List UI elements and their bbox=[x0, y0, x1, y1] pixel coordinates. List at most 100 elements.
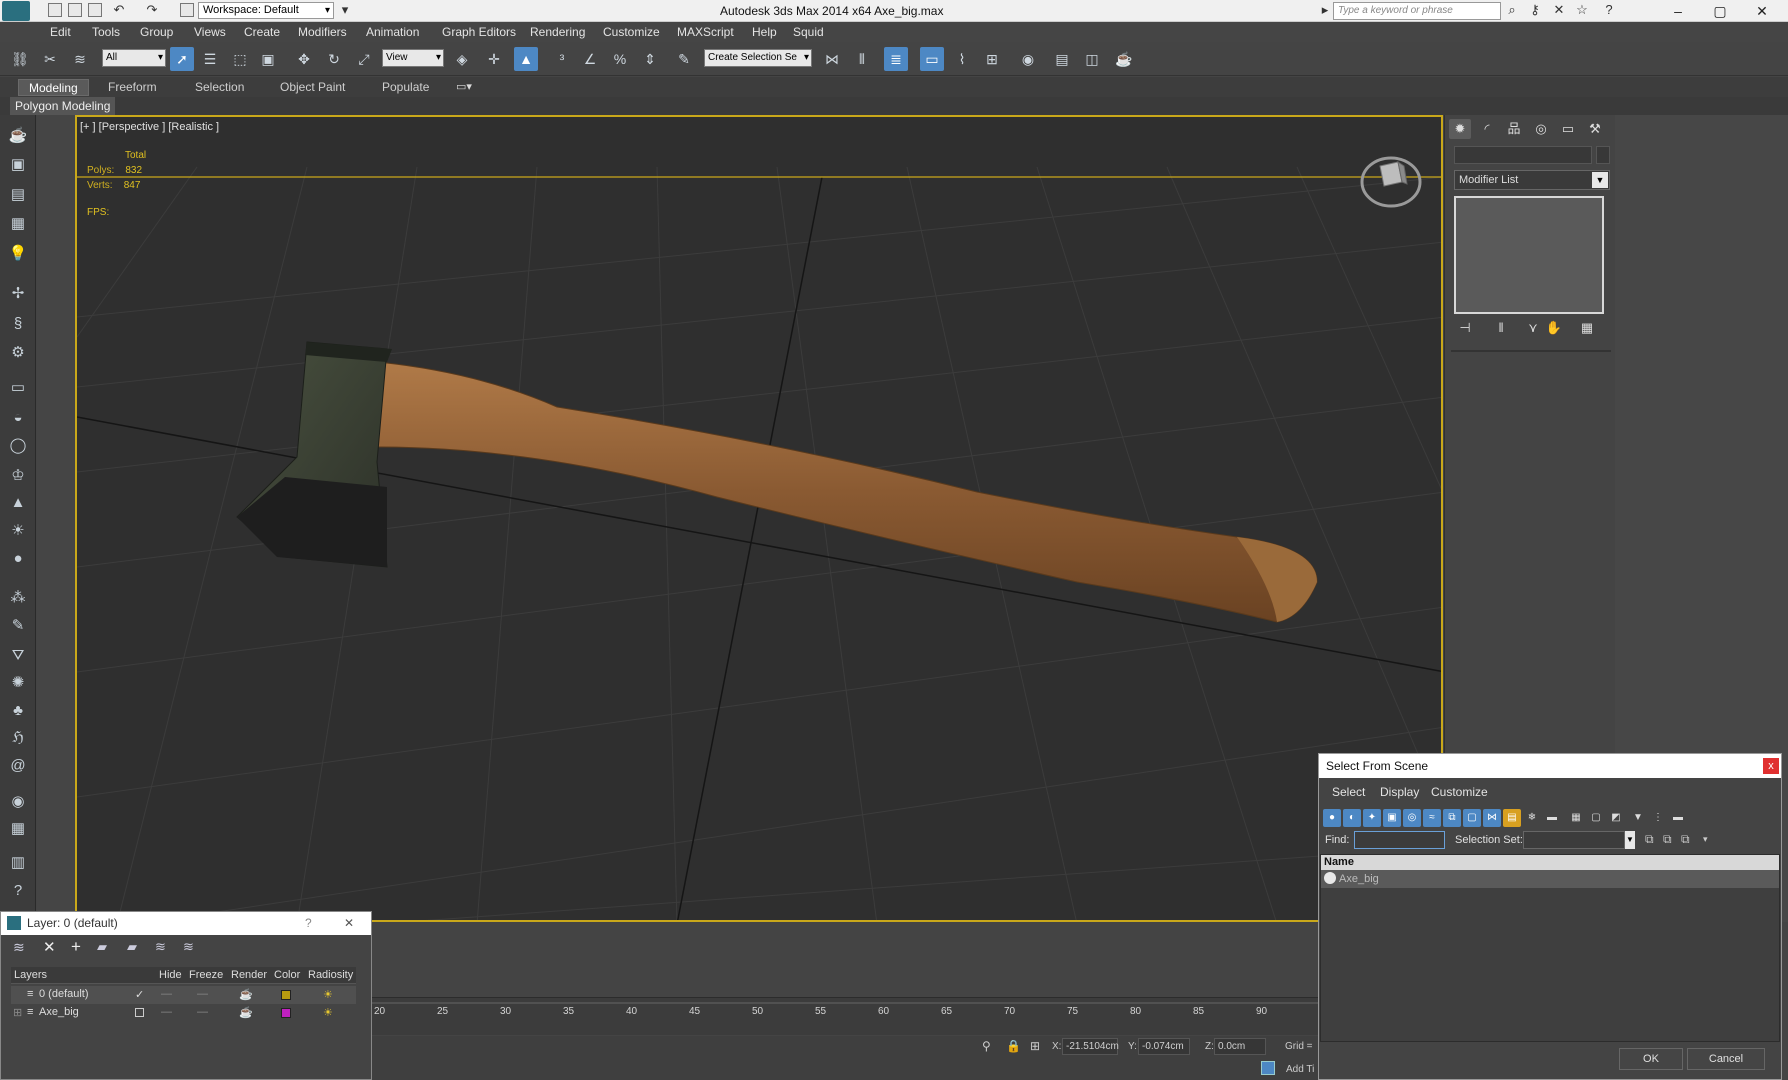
sun-icon[interactable]: ☀ bbox=[6, 520, 30, 542]
hierarchy-icon[interactable]: ⋮ bbox=[1649, 809, 1667, 827]
spinner-snap-icon[interactable]: ⇕ bbox=[638, 47, 662, 71]
unlink-icon[interactable]: ✂ bbox=[38, 47, 62, 71]
menu-display[interactable]: Display bbox=[1380, 785, 1419, 799]
toggle-layer-explorer-icon[interactable]: ▭ bbox=[920, 47, 944, 71]
display-frozen-icon[interactable]: ❄ bbox=[1523, 809, 1541, 827]
col-color[interactable]: Color bbox=[274, 969, 300, 981]
image-icon[interactable]: ▣ bbox=[6, 154, 30, 176]
keyboard-shortcut-override-icon[interactable]: ▲ bbox=[514, 47, 538, 71]
timeline[interactable]: 20 25 30 35 40 45 50 55 60 65 70 75 80 8… bbox=[370, 997, 1318, 1035]
display-shapes-icon[interactable]: ◐ bbox=[1343, 809, 1361, 827]
wheel-icon[interactable]: ✺ bbox=[6, 672, 30, 694]
menu-customize[interactable]: Customize bbox=[1431, 785, 1488, 799]
chevron-down-icon[interactable]: ▼ bbox=[1592, 172, 1608, 188]
current-layer-checkbox[interactable] bbox=[135, 1008, 144, 1017]
col-freeze[interactable]: Freeze bbox=[189, 969, 223, 981]
pivot-center-icon[interactable]: ◈ bbox=[450, 47, 474, 71]
motion-tab-icon[interactable]: ◎ bbox=[1530, 119, 1552, 139]
display-hidden-icon[interactable]: ▬ bbox=[1543, 809, 1561, 827]
open-file-icon[interactable] bbox=[68, 3, 82, 17]
modifier-stack[interactable] bbox=[1454, 196, 1604, 314]
list-icon[interactable]: ▤ bbox=[6, 184, 30, 206]
hide-all-layers-icon[interactable]: ≋ bbox=[155, 939, 166, 955]
save-file-icon[interactable] bbox=[88, 3, 102, 17]
add-time-tag[interactable]: Add Ti bbox=[1286, 1064, 1314, 1075]
render-production-icon[interactable]: ☕ bbox=[1112, 47, 1136, 71]
render-teapot-icon[interactable]: ☕ bbox=[239, 1006, 253, 1019]
display-helpers-icon[interactable]: ◎ bbox=[1403, 809, 1421, 827]
x-coord-field[interactable]: -21.5104cm bbox=[1062, 1038, 1119, 1055]
display-groups-icon[interactable]: ⧉ bbox=[1443, 809, 1461, 827]
ok-button[interactable]: OK bbox=[1619, 1048, 1683, 1070]
tab-populate[interactable]: Populate bbox=[372, 79, 439, 96]
tab-object-paint[interactable]: Object Paint bbox=[270, 79, 355, 96]
disc-icon[interactable]: ● bbox=[6, 548, 30, 570]
menu-views[interactable]: Views bbox=[194, 25, 226, 39]
tab-freeform[interactable]: Freeform bbox=[98, 79, 167, 96]
make-unique-icon[interactable]: ⋎ bbox=[1524, 320, 1542, 336]
layer-close-button[interactable]: ✕ bbox=[344, 912, 354, 935]
cancel-button[interactable]: Cancel bbox=[1687, 1048, 1765, 1070]
tab-selection[interactable]: Selection bbox=[185, 79, 254, 96]
menu-maxscript[interactable]: MAXScript bbox=[677, 25, 734, 39]
cone-icon[interactable]: ▲ bbox=[6, 492, 30, 514]
selection-set-dropdown[interactable] bbox=[1523, 831, 1625, 849]
grid-icon[interactable]: ▦ bbox=[6, 213, 30, 235]
render-setup-icon[interactable]: ▤ bbox=[1050, 47, 1074, 71]
communication-icon[interactable]: ✕ bbox=[1552, 3, 1566, 17]
display-tab-icon[interactable]: ▭ bbox=[1557, 119, 1579, 139]
menu-help[interactable]: Help bbox=[752, 25, 777, 39]
select-in-layer-icon[interactable]: ▰ bbox=[97, 939, 107, 955]
help-icon[interactable]: ? bbox=[1602, 3, 1616, 17]
filter-icon[interactable]: ▼ bbox=[1629, 809, 1647, 827]
viewcube-icon[interactable] bbox=[1358, 148, 1424, 208]
menu-graph-editors[interactable]: Graph Editors bbox=[442, 25, 516, 39]
key-icon[interactable]: ⚷ bbox=[1528, 3, 1542, 17]
select-by-name-icon[interactable]: ☰ bbox=[198, 47, 222, 71]
time-tag-icon[interactable] bbox=[1261, 1061, 1275, 1075]
hemisphere-icon[interactable]: ◒ bbox=[6, 407, 30, 429]
info-icon[interactable]: ? bbox=[6, 880, 30, 902]
maximize-button[interactable]: ▢ bbox=[1700, 0, 1740, 22]
toggle-scene-explorer-icon[interactable]: ≣ bbox=[884, 47, 908, 71]
menu-create[interactable]: Create bbox=[244, 25, 280, 39]
ribbon-options-icon[interactable]: ▭▾ bbox=[456, 80, 480, 94]
find-input[interactable] bbox=[1354, 831, 1445, 849]
render-sphere-icon[interactable]: ◉ bbox=[6, 791, 30, 813]
bind-spacewarp-icon[interactable]: ≋ bbox=[68, 47, 92, 71]
modify-tab-icon[interactable]: ◜ bbox=[1476, 119, 1498, 139]
select-dialog-titlebar[interactable]: Select From Scene x bbox=[1319, 754, 1781, 778]
delete-layer-icon[interactable]: ✕ bbox=[43, 938, 56, 956]
menu-edit[interactable]: Edit bbox=[50, 25, 71, 39]
align-icon[interactable]: ⫴ bbox=[850, 47, 874, 71]
select-dialog-close-button[interactable]: x bbox=[1763, 758, 1779, 774]
named-selection-dropdown[interactable]: Create Selection Se bbox=[704, 49, 812, 67]
reference-coordinate-dropdown[interactable]: View bbox=[382, 49, 444, 67]
menu-select[interactable]: Select bbox=[1332, 785, 1365, 799]
box-icon[interactable]: ▭ bbox=[6, 377, 30, 399]
menu-squid[interactable]: Squid bbox=[793, 25, 824, 39]
hide-toggle[interactable]: — bbox=[161, 1006, 172, 1018]
remove-selection-set-icon[interactable]: ⧉ bbox=[1681, 832, 1690, 847]
display-cameras-icon[interactable]: ▣ bbox=[1383, 809, 1401, 827]
add-selection-set-icon[interactable]: ⧉ bbox=[1663, 832, 1672, 847]
binoculars-icon[interactable]: ⌕ bbox=[1505, 3, 1519, 17]
table-row[interactable]: ≡ 0 (default) ✓ — — ☕ ☀ bbox=[11, 986, 356, 1004]
list-item[interactable]: Axe_big bbox=[1321, 870, 1779, 888]
minimize-button[interactable]: – bbox=[1658, 0, 1698, 22]
layer-color-swatch[interactable] bbox=[281, 1008, 291, 1018]
schematic-view-icon[interactable]: ⊞ bbox=[980, 47, 1004, 71]
favorites-star-icon[interactable]: ☆ bbox=[1575, 3, 1589, 17]
isolate-selection-icon[interactable]: ⚲ bbox=[982, 1039, 991, 1053]
layer-dialog-titlebar[interactable]: Layer: 0 (default) ? ✕ bbox=[1, 912, 371, 935]
highlight-layer-icon[interactable]: ▰ bbox=[127, 939, 137, 955]
shell-icon[interactable]: @ bbox=[6, 755, 30, 777]
window-crossing-icon[interactable]: ▣ bbox=[256, 47, 280, 71]
rotate-icon[interactable]: ↻ bbox=[322, 47, 346, 71]
undo-icon[interactable]: ↶ bbox=[112, 3, 126, 17]
object-name-field[interactable] bbox=[1454, 146, 1592, 164]
polygon-modeling-panel[interactable]: Polygon Modeling bbox=[10, 97, 116, 115]
menu-modifiers[interactable]: Modifiers bbox=[298, 25, 347, 39]
expand-icon[interactable]: ⊞ bbox=[13, 1006, 22, 1019]
display-containers-icon[interactable]: ▤ bbox=[1503, 809, 1521, 827]
